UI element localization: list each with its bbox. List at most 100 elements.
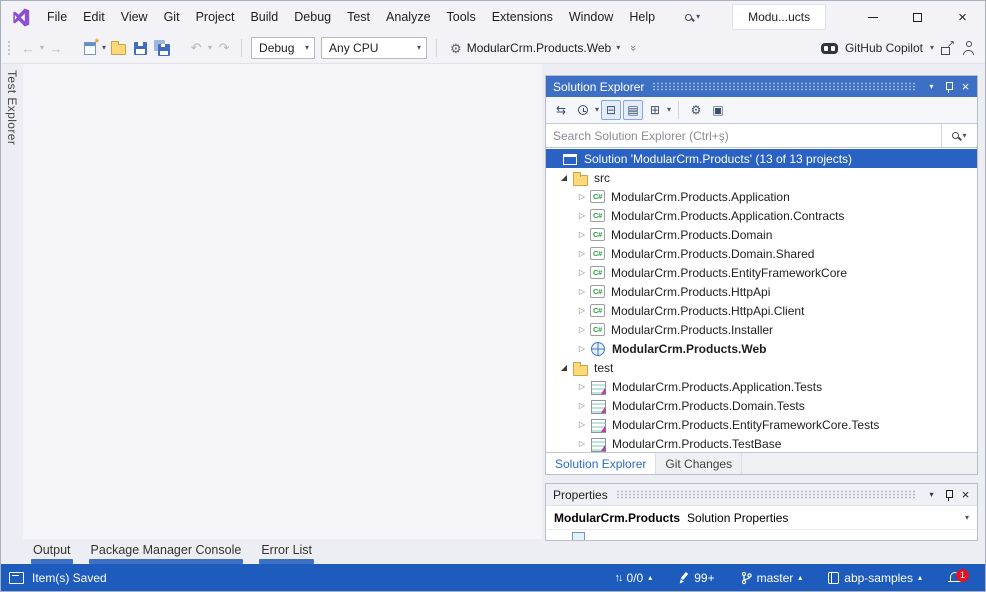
toolbar-overflow-button[interactable]: » [627,45,639,51]
solution-views-button[interactable]: ⊞ [645,100,665,120]
views-dropdown[interactable]: ▾ [667,106,671,114]
undo-button[interactable]: ↶ [186,37,206,59]
menu-project[interactable]: Project [188,1,243,33]
toolbar-grip[interactable] [7,40,12,56]
maximize-button[interactable] [895,1,940,33]
tree-row[interactable]: C#ModularCrm.Products.Installer [546,320,977,339]
preview-selected-items-button[interactable]: ▣ [708,100,728,120]
tree-row[interactable]: C#ModularCrm.Products.EntityFrameworkCor… [546,263,977,282]
menu-build[interactable]: Build [242,1,286,33]
solution-search-input[interactable] [546,124,941,147]
tree-row[interactable]: C#ModularCrm.Products.HttpApi [546,282,977,301]
navigate-forward-button[interactable]: → [46,37,66,59]
menu-extensions[interactable]: Extensions [484,1,561,33]
tree-row[interactable]: ModularCrm.Products.Application.Tests [546,377,977,396]
navigate-back-button[interactable]: ← [18,37,38,59]
collapsed-expander-icon[interactable] [574,244,590,263]
menu-file[interactable]: File [39,1,75,33]
bottom-tab-output[interactable]: Output [31,541,73,564]
window-position-button[interactable]: ▾ [923,78,940,95]
save-all-button[interactable] [152,37,172,59]
properties-object-selector[interactable]: ModularCrm.Products Solution Properties … [546,505,977,529]
startup-project-dropdown[interactable]: ⚙ ModularCrm.Products.Web ▾ [444,37,626,59]
pending-edits-button[interactable]: 99+ [678,571,714,585]
navigate-back-dropdown[interactable]: ▾ [40,44,44,52]
test-explorer-tab[interactable]: Test Explorer [5,70,19,145]
undo-dropdown[interactable]: ▾ [208,44,212,52]
copilot-dropdown[interactable]: ▾ [930,44,934,52]
tree-row[interactable]: ModularCrm.Products.EntityFrameworkCore.… [546,415,977,434]
bottom-tab-package-manager-console[interactable]: Package Manager Console [89,541,244,564]
drag-grip[interactable] [616,490,915,499]
bottom-tab-error-list[interactable]: Error List [259,541,314,564]
copilot-label[interactable]: GitHub Copilot [845,41,923,55]
properties-button[interactable]: ⚙ [686,100,706,120]
minimize-button[interactable] [850,1,895,33]
configuration-dropdown[interactable]: Debug ▾ [251,37,315,59]
git-repo-selector[interactable]: abp-samples ▴ [828,571,922,585]
collapsed-expander-icon[interactable] [574,282,590,301]
tree-row[interactable]: ModularCrm.Products.Web [546,339,977,358]
expanded-expander-icon[interactable] [556,168,572,187]
menu-help[interactable]: Help [621,1,663,33]
collapsed-expander-icon[interactable] [574,206,590,225]
tree-row[interactable]: test [546,358,977,377]
tree-row[interactable]: C#ModularCrm.Products.HttpApi.Client [546,301,977,320]
pin-button[interactable] [940,78,957,95]
close-button[interactable]: × [940,1,985,33]
show-all-files-button[interactable]: ▤ [623,100,643,120]
tree-row[interactable]: src [546,168,977,187]
notifications-button[interactable]: 1 [948,572,961,584]
collapsed-expander-icon[interactable] [574,320,590,339]
menu-edit[interactable]: Edit [75,1,113,33]
git-branch-selector[interactable]: master ▴ [741,571,803,585]
menu-view[interactable]: View [113,1,156,33]
new-project-button[interactable] [80,37,100,59]
collapsed-expander-icon[interactable] [574,377,590,396]
properties-header[interactable]: Properties ▾ × [546,484,977,505]
drag-grip[interactable] [652,82,915,91]
pending-changes-filter-button[interactable] [573,100,593,120]
menu-analyze[interactable]: Analyze [378,1,438,33]
collapsed-expander-icon[interactable] [574,263,590,282]
save-button[interactable] [130,37,150,59]
new-project-dropdown[interactable]: ▾ [102,44,106,52]
feedback-button[interactable] [962,41,975,55]
collapsed-expander-icon[interactable] [574,301,590,320]
open-file-button[interactable] [108,37,128,59]
close-panel-button[interactable]: × [957,78,974,95]
platform-dropdown[interactable]: Any CPU ▾ [321,37,427,59]
tab-git-changes[interactable]: Git Changes [656,453,742,474]
collapsed-expander-icon[interactable] [574,396,590,415]
titlebar-search-button[interactable]: ▾ [679,9,706,25]
tree-row[interactable]: Solution 'ModularCrm.Products' (13 of 13… [546,149,977,168]
tree-row[interactable]: ModularCrm.Products.TestBase [546,434,977,452]
redo-button[interactable]: ↷ [214,37,234,59]
tree-row[interactable]: C#ModularCrm.Products.Application [546,187,977,206]
close-panel-button[interactable]: × [957,486,974,503]
window-position-button[interactable]: ▾ [923,486,940,503]
tab-solution-explorer[interactable]: Solution Explorer [546,453,656,474]
tree-row[interactable]: C#ModularCrm.Products.Application.Contra… [546,206,977,225]
pin-button[interactable] [940,486,957,503]
tree-row[interactable]: ModularCrm.Products.Domain.Tests [546,396,977,415]
sync-status-button[interactable]: ↑↓ 0/0 ▴ [615,571,653,585]
menu-git[interactable]: Git [156,1,188,33]
collapsed-expander-icon[interactable] [574,434,590,452]
collapsed-expander-icon[interactable] [574,339,590,358]
menu-tools[interactable]: Tools [439,1,484,33]
sync-with-active-document-button[interactable]: ⇆ [551,100,571,120]
collapse-all-button[interactable]: ⊟ [601,100,621,120]
visual-studio-logo-icon[interactable] [9,7,31,27]
collapsed-expander-icon[interactable] [574,415,590,434]
menu-window[interactable]: Window [561,1,621,33]
menu-test[interactable]: Test [339,1,378,33]
tree-row[interactable]: C#ModularCrm.Products.Domain [546,225,977,244]
share-button[interactable]: ↗ [941,41,955,55]
menu-debug[interactable]: Debug [286,1,339,33]
solution-explorer-header[interactable]: Solution Explorer ▾ × [546,76,977,97]
search-button[interactable]: ▾ [941,124,977,147]
filter-dropdown[interactable]: ▾ [595,106,599,114]
expanded-expander-icon[interactable] [556,358,572,377]
collapsed-expander-icon[interactable] [574,187,590,206]
